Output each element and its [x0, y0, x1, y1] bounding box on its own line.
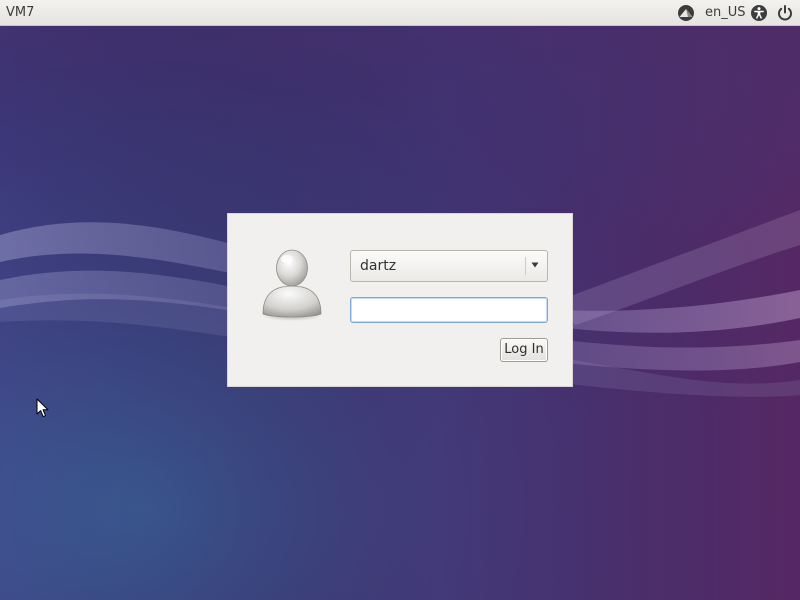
hostname-label: VM7 [6, 5, 35, 20]
password-field[interactable] [350, 297, 548, 323]
network-icon[interactable] [677, 4, 695, 22]
accessibility-icon[interactable] [750, 4, 768, 22]
chevron-down-icon [531, 262, 539, 268]
username-select[interactable]: dartz [350, 250, 548, 282]
user-avatar-icon [262, 249, 322, 321]
login-screen: VM7 en_US dartz Log In [0, 0, 800, 600]
selected-username: dartz [360, 258, 397, 274]
top-panel: VM7 en_US [0, 0, 800, 26]
select-divider [525, 257, 526, 275]
power-icon[interactable] [776, 4, 794, 22]
login-dialog: dartz Log In [227, 213, 573, 387]
login-button[interactable]: Log In [500, 338, 548, 362]
keyboard-layout-indicator[interactable]: en_US [705, 5, 746, 21]
mouse-pointer-icon [36, 398, 49, 418]
